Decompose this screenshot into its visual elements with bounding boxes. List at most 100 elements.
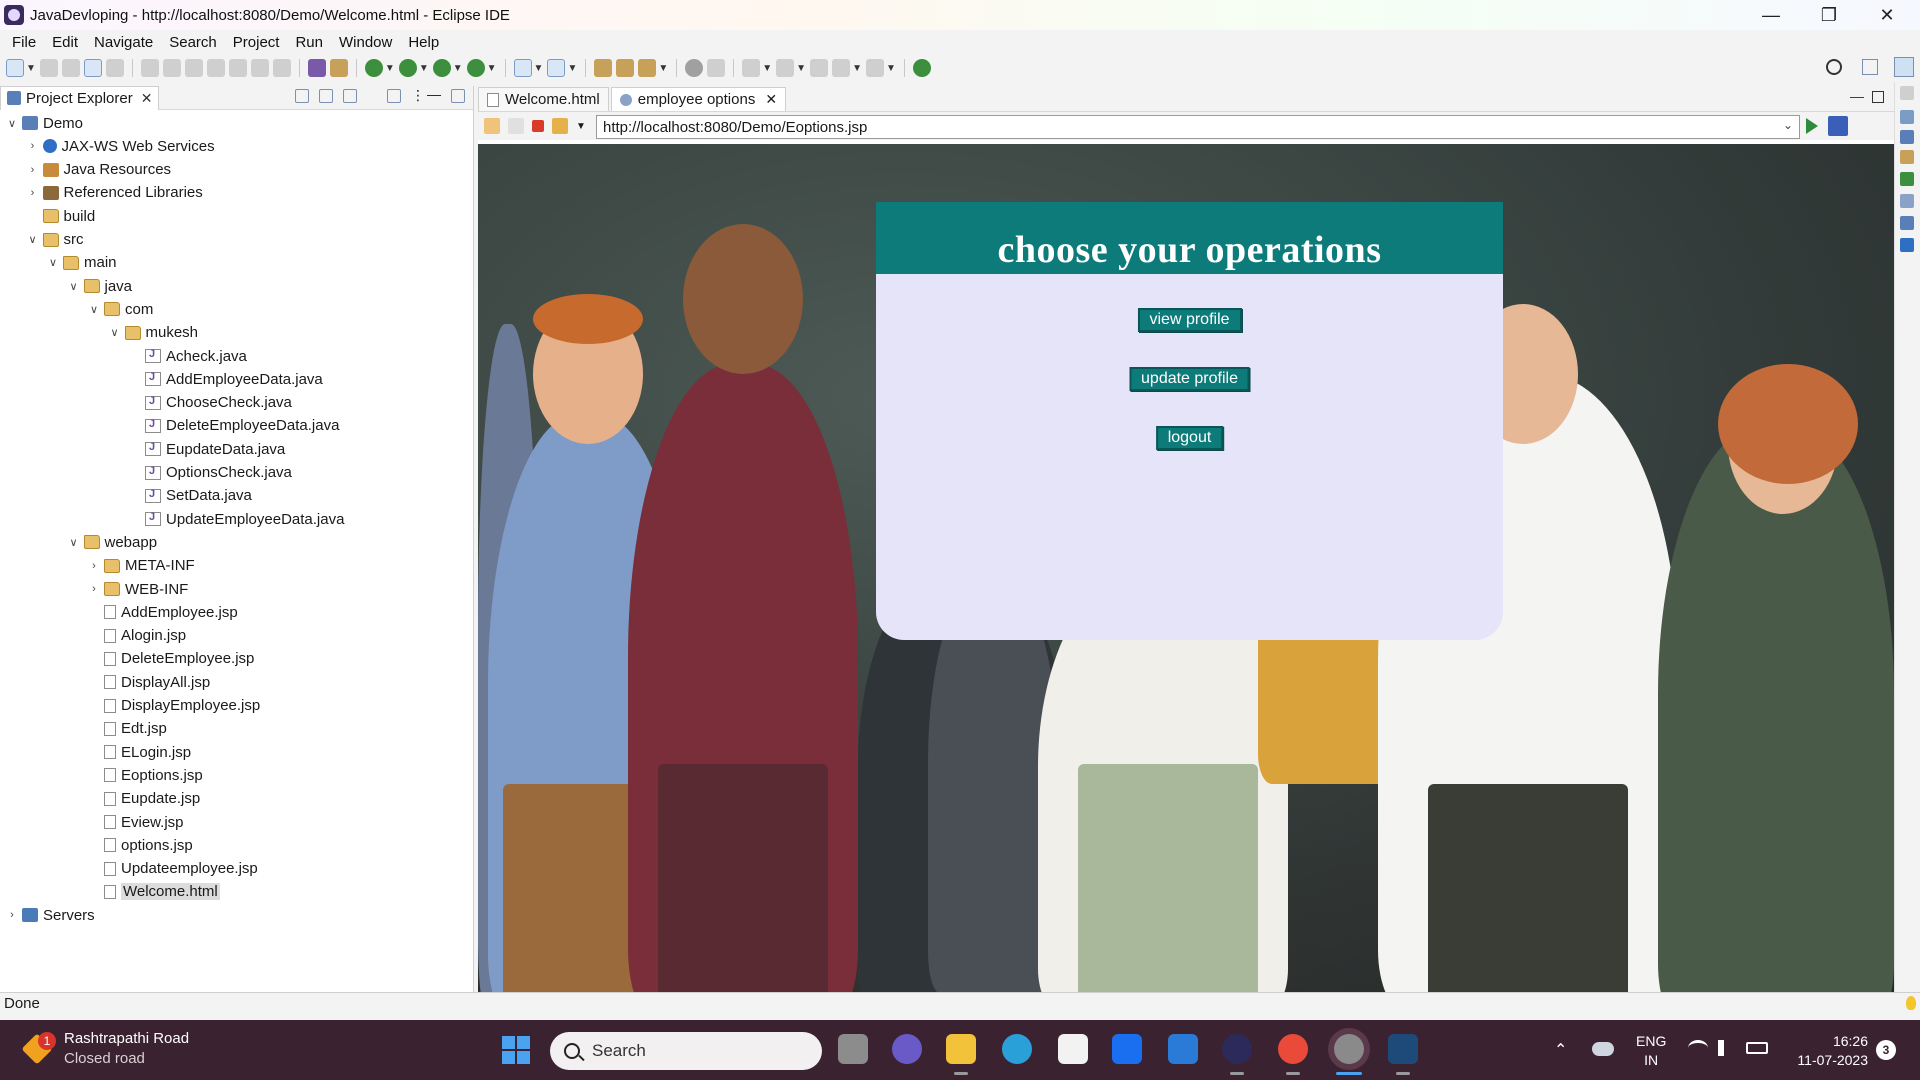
- store-icon[interactable]: [1058, 1034, 1088, 1064]
- prev-annotation-icon[interactable]: [776, 59, 795, 77]
- tree-item[interactable]: Eupdate.jsp: [88, 788, 200, 810]
- run-dropdown-icon[interactable]: ▼: [419, 63, 429, 74]
- tree-item[interactable]: Acheck.java: [129, 345, 247, 367]
- external-tools-dropdown-icon[interactable]: ▼: [487, 63, 497, 74]
- tree-item[interactable]: AddEmployeeData.java: [129, 368, 323, 390]
- step-into-icon[interactable]: [228, 59, 247, 77]
- focus-icon[interactable]: [387, 89, 401, 103]
- tree-item[interactable]: Eview.jsp: [88, 811, 184, 833]
- open-task-icon[interactable]: [616, 59, 635, 77]
- tree-item[interactable]: ∨ main: [47, 252, 117, 274]
- minimize-editor-icon[interactable]: —: [1850, 88, 1864, 104]
- suspend-icon[interactable]: [162, 59, 181, 77]
- new-java-project-icon[interactable]: [513, 59, 532, 77]
- clock[interactable]: 16:26 11-07-2023: [1788, 1032, 1868, 1070]
- battery-icon[interactable]: [1746, 1042, 1768, 1054]
- filter-icon[interactable]: [343, 89, 357, 103]
- chevron-right-icon[interactable]: ›: [27, 164, 39, 176]
- tree-item[interactable]: ∨ java: [68, 275, 132, 297]
- menu-run[interactable]: Run: [287, 34, 331, 51]
- menu-window[interactable]: Window: [331, 34, 400, 51]
- tree-item[interactable]: ∨ webapp: [68, 531, 157, 553]
- volume-icon[interactable]: [1718, 1040, 1734, 1056]
- tab-welcome-html[interactable]: Welcome.html: [478, 87, 609, 111]
- onedrive-icon[interactable]: [1592, 1042, 1614, 1056]
- tree-item[interactable]: ∨ Demo: [6, 112, 83, 134]
- run-icon[interactable]: [398, 59, 417, 77]
- forward-icon[interactable]: [508, 118, 524, 134]
- logout-button[interactable]: logout: [1155, 426, 1224, 450]
- tree-item[interactable]: › Referenced Libraries: [27, 182, 203, 204]
- tree-item[interactable]: options.jsp: [88, 834, 193, 856]
- search-tool-dropdown-icon[interactable]: ▼: [658, 63, 668, 74]
- back-dropdown-icon[interactable]: ▼: [852, 63, 862, 74]
- tree-item[interactable]: ∨ com: [88, 298, 153, 320]
- url-input[interactable]: http://localhost:8080/Demo/Eoptions.jsp …: [596, 115, 1800, 139]
- tree-item[interactable]: Alogin.jsp: [88, 625, 186, 647]
- myhp-icon[interactable]: [1168, 1034, 1198, 1064]
- step-return-icon[interactable]: [272, 59, 291, 77]
- tree-item[interactable]: ∨ mukesh: [109, 322, 198, 344]
- coverage-icon[interactable]: [432, 59, 451, 77]
- new-icon[interactable]: [6, 59, 24, 77]
- skip-breakpoints-icon[interactable]: [105, 59, 124, 77]
- tree-item[interactable]: UpdateEmployeeData.java: [129, 508, 344, 530]
- search-tool-icon[interactable]: [638, 59, 657, 77]
- forward-dropdown-icon[interactable]: ▼: [886, 63, 896, 74]
- save-icon[interactable]: [39, 59, 58, 77]
- tree-item[interactable]: › WEB-INF: [88, 578, 188, 600]
- maximize-view-icon[interactable]: [451, 89, 465, 103]
- restore-icon[interactable]: ❐: [1800, 0, 1858, 30]
- file-explorer-icon[interactable]: [946, 1034, 976, 1064]
- teams-chat-icon[interactable]: [892, 1034, 922, 1064]
- chevron-right-icon[interactable]: ›: [27, 187, 39, 199]
- chrome-icon[interactable]: [1278, 1034, 1308, 1064]
- eclipse-icon[interactable]: [1222, 1034, 1252, 1064]
- resume-icon[interactable]: [140, 59, 159, 77]
- tree-item[interactable]: › META-INF: [88, 555, 195, 577]
- view-profile-button[interactable]: view profile: [1137, 308, 1242, 332]
- properties-icon[interactable]: [1900, 194, 1914, 208]
- chevron-up-icon[interactable]: ⌃: [1554, 1040, 1567, 1060]
- next-annotation-dropdown-icon[interactable]: ▼: [762, 63, 772, 74]
- close-icon[interactable]: ✕: [1858, 0, 1916, 30]
- task-list-icon[interactable]: [1900, 130, 1914, 144]
- start-icon[interactable]: [502, 1036, 530, 1064]
- menu-file[interactable]: File: [4, 34, 44, 51]
- dropbox-icon[interactable]: [1112, 1034, 1142, 1064]
- minimize-icon[interactable]: —: [1742, 0, 1800, 30]
- view-menu-icon[interactable]: ⋮: [411, 88, 425, 103]
- wifi-icon[interactable]: [1688, 1040, 1708, 1056]
- collapse-all-icon[interactable]: [295, 89, 309, 103]
- open-external-browser-icon[interactable]: [1828, 116, 1848, 136]
- coverage-dropdown-icon[interactable]: ▼: [453, 63, 463, 74]
- external-tools-icon[interactable]: [466, 59, 485, 77]
- tree-item[interactable]: OptionsCheck.java: [129, 462, 292, 484]
- chevron-right-icon[interactable]: ›: [6, 909, 18, 921]
- step-over-icon[interactable]: [250, 59, 269, 77]
- chevron-down-icon[interactable]: ∨: [88, 303, 100, 316]
- open-type-icon[interactable]: [594, 59, 613, 77]
- tree-item[interactable]: Eoptions.jsp: [88, 764, 203, 786]
- menu-help[interactable]: Help: [400, 34, 447, 51]
- tree-item[interactable]: Welcome.html: [88, 881, 220, 903]
- chevron-down-icon[interactable]: ⌄: [1783, 118, 1793, 132]
- pin-editor-icon[interactable]: [707, 59, 726, 77]
- chevron-down-icon[interactable]: ∨: [109, 326, 121, 339]
- new-java-project-dropdown-icon[interactable]: ▼: [534, 63, 544, 74]
- chevron-down-icon[interactable]: ∨: [47, 256, 59, 269]
- widget-subtitle[interactable]: Closed road: [64, 1050, 145, 1067]
- tree-item[interactable]: DeleteEmployeeData.java: [129, 415, 339, 437]
- menu-edit[interactable]: Edit: [44, 34, 86, 51]
- back-icon[interactable]: [832, 59, 851, 77]
- edge-icon[interactable]: [1002, 1034, 1032, 1064]
- tree-item[interactable]: Edt.jsp: [88, 718, 167, 740]
- go-icon[interactable]: [1806, 118, 1818, 134]
- link-editor-icon[interactable]: [319, 89, 333, 103]
- task-view-icon[interactable]: [838, 1034, 868, 1064]
- back-icon[interactable]: [484, 118, 500, 134]
- forward-icon[interactable]: [865, 59, 884, 77]
- tree-item[interactable]: DisplayAll.jsp: [88, 671, 210, 693]
- web-browser-icon[interactable]: [685, 59, 704, 77]
- tree-item[interactable]: AddEmployee.jsp: [88, 601, 238, 623]
